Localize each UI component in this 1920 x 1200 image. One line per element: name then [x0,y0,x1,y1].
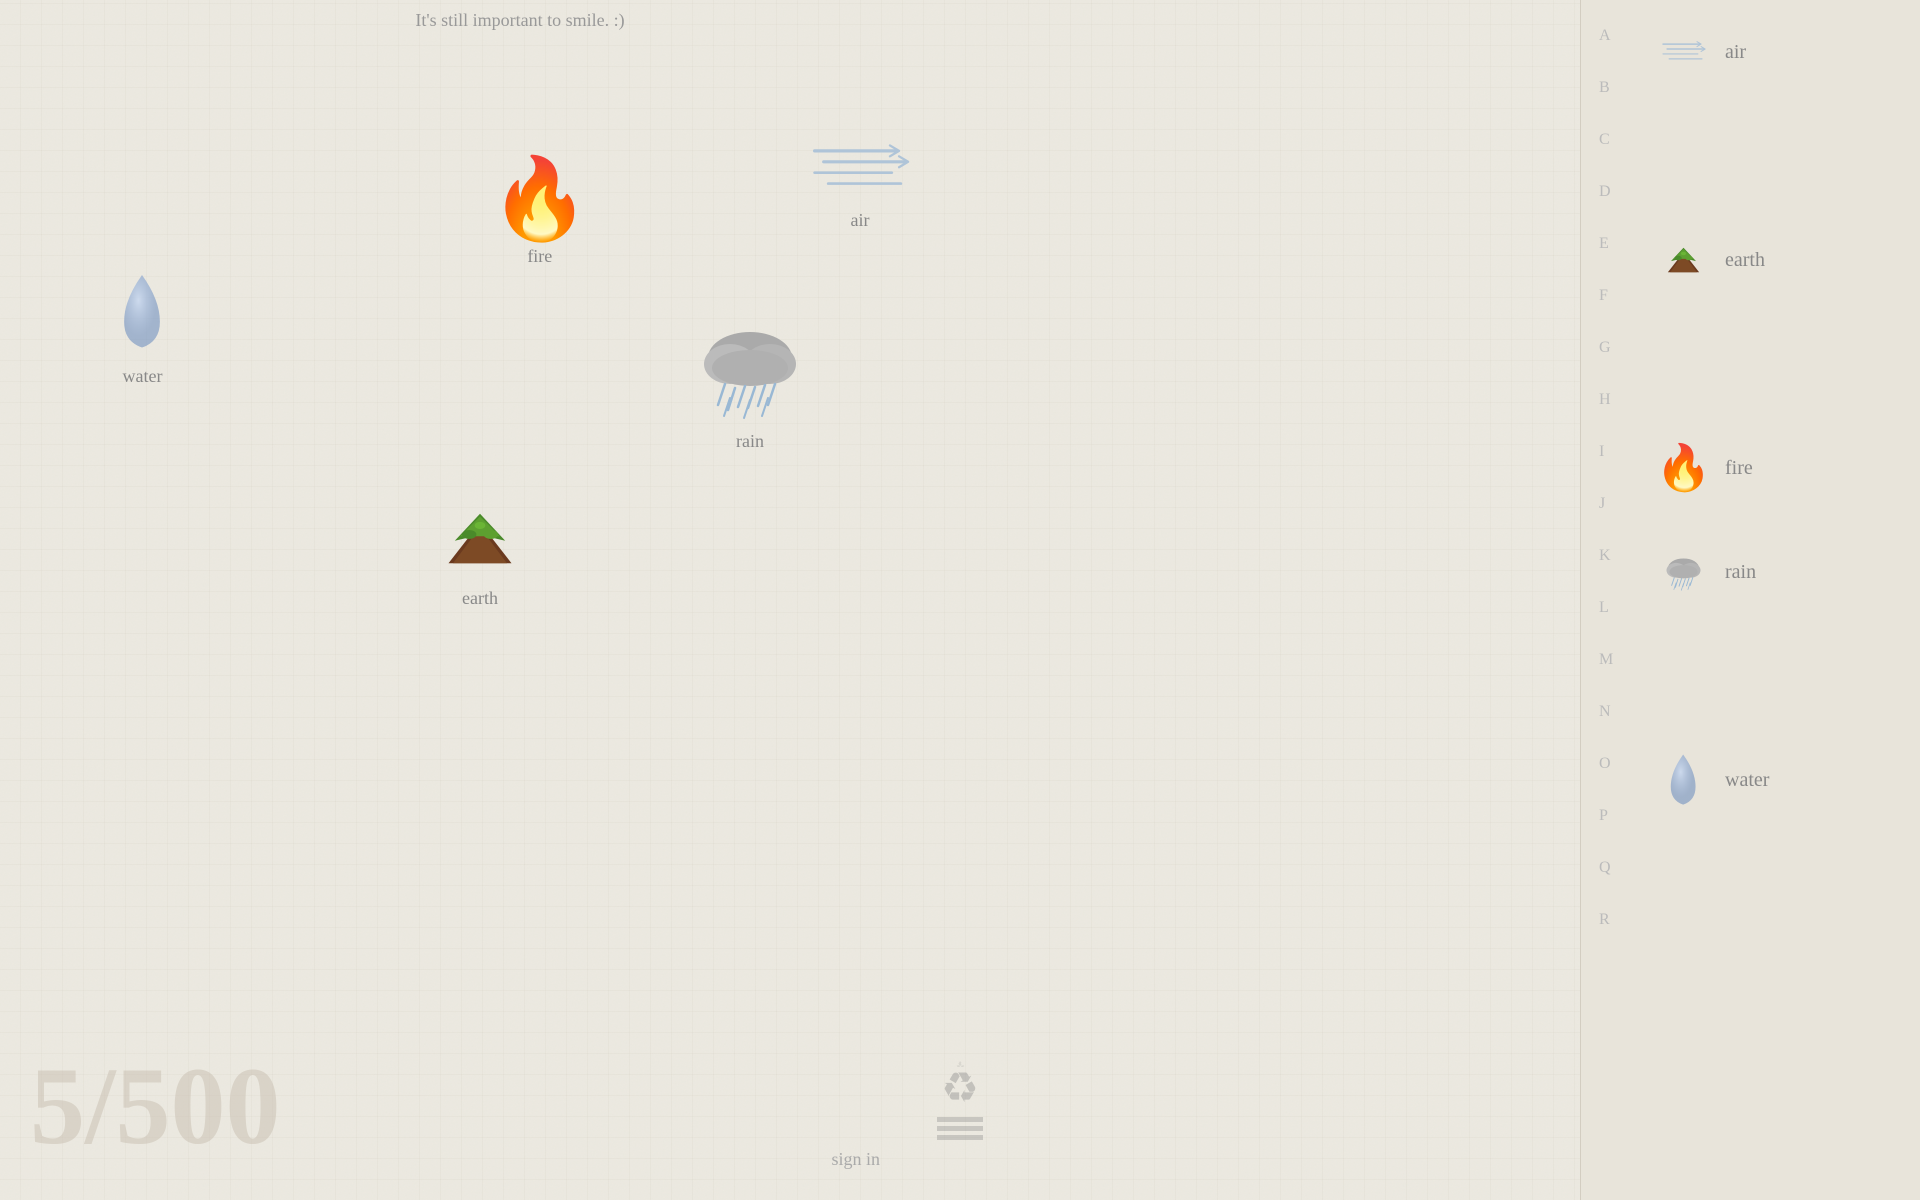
rain-label: rain [736,431,764,452]
sidebar-rain-label: rain [1725,561,1756,584]
alpha-h[interactable]: H [1599,374,1613,426]
alpha-g[interactable]: G [1599,322,1613,374]
fire-label: fire [527,246,552,267]
air-icon [810,140,910,204]
alpha-e[interactable]: E [1599,218,1613,270]
alpha-d[interactable]: D [1599,166,1613,218]
sidebar-earth-icon [1656,233,1711,288]
element-earth[interactable]: earth [435,500,525,609]
alpha-r[interactable]: R [1599,894,1613,946]
sidebar-water-label: water [1725,769,1769,792]
earth-icon [435,500,525,582]
sidebar-rain-icon [1656,545,1711,600]
alpha-m[interactable]: M [1599,634,1613,686]
hint-text: It's still important to smile. :) [415,10,624,31]
element-rain[interactable]: rain [690,320,810,452]
air-label: air [851,210,870,231]
recycle-menu-button[interactable]: ♻ [930,1060,990,1140]
water-icon [110,270,175,360]
sidebar-element-rain[interactable]: rain [1646,520,1920,624]
rain-icon [690,320,810,425]
sign-in-button[interactable]: sign in [831,1149,880,1170]
alpha-q[interactable]: Q [1599,842,1613,894]
alpha-j[interactable]: J [1599,478,1613,530]
element-water[interactable]: water [110,270,175,387]
score-counter: 5/500 [30,1043,281,1170]
earth-label: earth [462,588,498,609]
alpha-i[interactable]: I [1599,426,1613,478]
sidebar-earth-label: earth [1725,249,1765,272]
alpha-a[interactable]: A [1599,10,1613,62]
fire-icon: 🔥 [490,160,590,240]
sidebar-element-air[interactable]: air [1646,0,1920,104]
alpha-k[interactable]: K [1599,530,1613,582]
element-air[interactable]: air [810,140,910,231]
alpha-b[interactable]: B [1599,62,1613,114]
sidebar-element-earth[interactable]: earth [1646,208,1920,312]
sidebar-alphabet: ABCDEFGHIJKLMNOPQR [1599,10,1613,946]
elements-sidebar: ABCDEFGHIJKLMNOPQR air earth 🔥 fire [1580,0,1920,1200]
sidebar-element-fire[interactable]: 🔥 fire [1646,416,1920,520]
alpha-n[interactable]: N [1599,686,1613,738]
sidebar-water-icon [1656,753,1711,808]
sidebar-fire-label: fire [1725,457,1753,480]
sidebar-air-icon [1656,25,1711,80]
alpha-c[interactable]: C [1599,114,1613,166]
recycle-symbol: ♻ [941,1063,979,1113]
alpha-f[interactable]: F [1599,270,1613,322]
sidebar-air-label: air [1725,41,1746,64]
alpha-p[interactable]: P [1599,790,1613,842]
element-fire[interactable]: 🔥 fire [490,160,590,267]
alpha-o[interactable]: O [1599,738,1613,790]
sidebar-fire-icon: 🔥 [1656,441,1711,496]
main-canvas: It's still important to smile. :) water 🔥… [0,0,1040,1200]
sidebar-element-water[interactable]: water [1646,728,1920,832]
alpha-l[interactable]: L [1599,582,1613,634]
water-label: water [123,366,163,387]
menu-lines [937,1117,983,1140]
